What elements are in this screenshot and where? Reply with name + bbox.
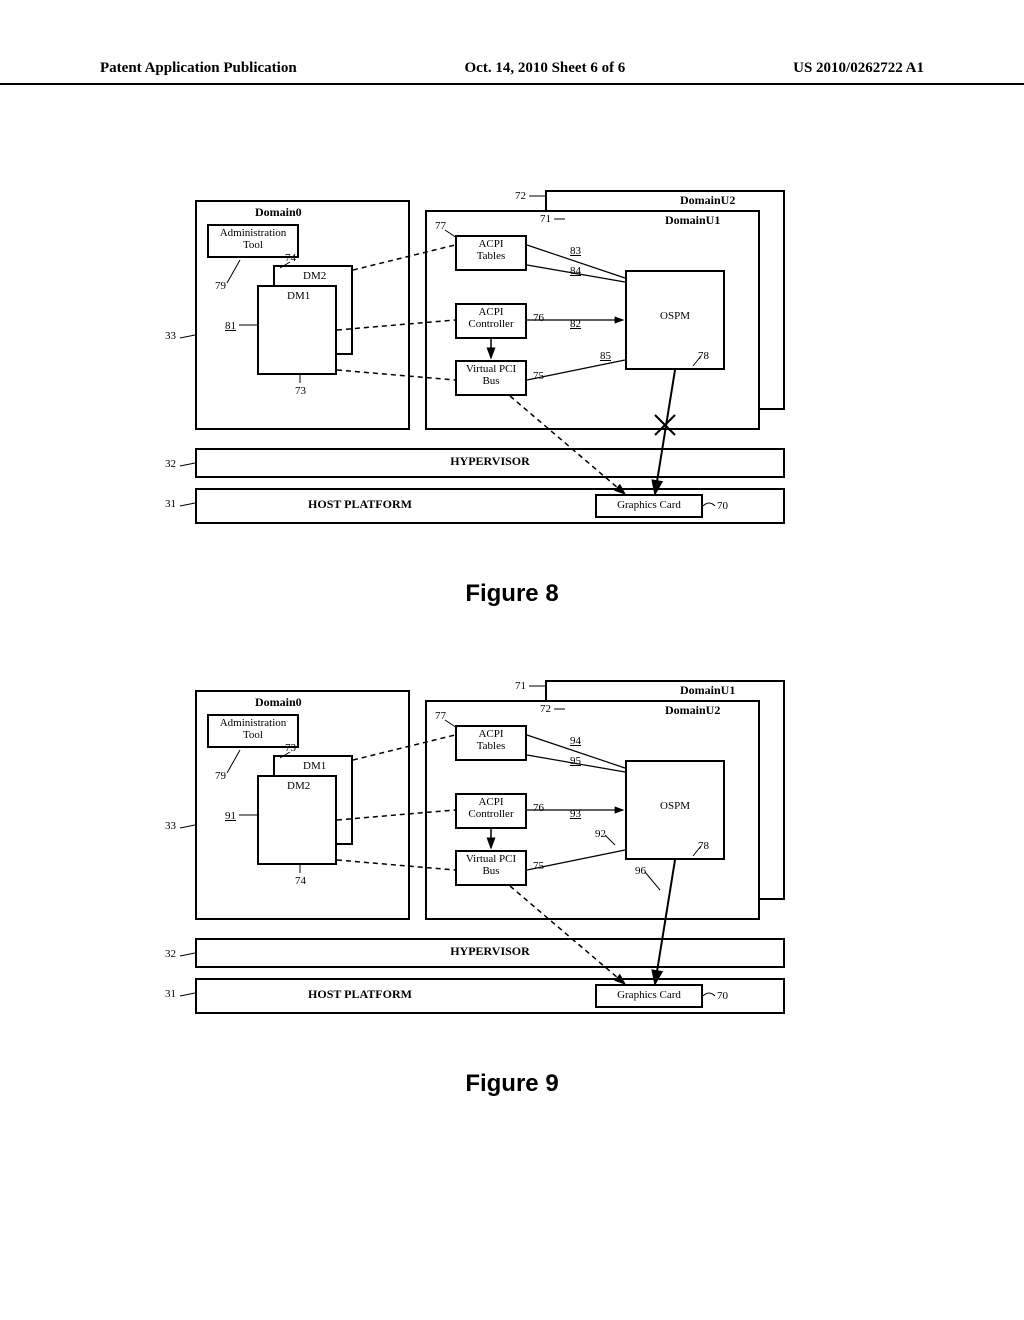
ref9-76: 76 <box>533 802 544 814</box>
acpi-tables-label: ACPI Tables <box>455 238 527 262</box>
dm2-label-9: DM2 <box>287 780 310 792</box>
ref-32: 32 <box>165 458 176 470</box>
vpci-label-9: Virtual PCI Bus <box>455 853 527 877</box>
ref9-91: 91 <box>225 810 236 822</box>
ref9-79: 79 <box>215 770 226 782</box>
ref9-77: 77 <box>435 710 446 722</box>
domain0-label: Domain0 <box>255 206 302 219</box>
dm1-label: DM1 <box>287 290 310 302</box>
ref-79: 79 <box>215 280 226 292</box>
ref-78: 78 <box>698 350 709 362</box>
figure-9-diagram: DomainU1 DomainU2 Domain0 Administration… <box>145 680 785 1020</box>
ref9-94: 94 <box>570 735 581 747</box>
ref9-70: 70 <box>717 990 728 1002</box>
ref9-33: 33 <box>165 820 176 832</box>
figure-9-caption: Figure 9 <box>0 1070 1024 1098</box>
ref-85: 85 <box>600 350 611 362</box>
vpci-label: Virtual PCI Bus <box>455 363 527 387</box>
ref-77: 77 <box>435 220 446 232</box>
domainu2-label: DomainU2 <box>680 194 735 207</box>
ref9-78: 78 <box>698 840 709 852</box>
ref9-71: 71 <box>515 680 526 692</box>
header-center: Oct. 14, 2010 Sheet 6 of 6 <box>465 60 626 77</box>
ref-83: 83 <box>570 245 581 257</box>
domainu1-label-9: DomainU1 <box>680 684 735 697</box>
acpi-controller-label-9: ACPI Controller <box>455 796 527 820</box>
ref9-32: 32 <box>165 948 176 960</box>
ref9-74: 74 <box>295 875 306 887</box>
figure-8-diagram: DomainU2 DomainU1 Domain0 Administration… <box>145 190 785 530</box>
ref-72: 72 <box>515 190 526 202</box>
graphics-label-9: Graphics Card <box>595 989 703 1001</box>
hypervisor-label: HYPERVISOR <box>195 455 785 468</box>
ref-71: 71 <box>540 213 551 225</box>
ospm-label-9: OSPM <box>625 800 725 812</box>
ref-82: 82 <box>570 318 581 330</box>
host-label-9: HOST PLATFORM <box>195 988 525 1001</box>
ref-81: 81 <box>225 320 236 332</box>
ref-76: 76 <box>533 312 544 324</box>
ref-33: 33 <box>165 330 176 342</box>
ref9-92: 92 <box>595 828 606 840</box>
ref9-72: 72 <box>540 703 551 715</box>
domainu2-label-9: DomainU2 <box>665 704 720 717</box>
ref9-73: 73 <box>285 742 296 754</box>
graphics-label: Graphics Card <box>595 499 703 511</box>
ref9-75: 75 <box>533 860 544 872</box>
host-label: HOST PLATFORM <box>195 498 525 511</box>
admin-tool-label-9: Administration Tool <box>207 717 299 741</box>
domainu1-label: DomainU1 <box>665 214 720 227</box>
domain0-label-9: Domain0 <box>255 696 302 709</box>
ref9-96: 96 <box>635 865 646 877</box>
acpi-controller-label: ACPI Controller <box>455 306 527 330</box>
ref9-31: 31 <box>165 988 176 1000</box>
ref9-95: 95 <box>570 755 581 767</box>
ref9-93: 93 <box>570 808 581 820</box>
dm2-label: DM2 <box>303 270 326 282</box>
ref-74: 74 <box>285 252 296 264</box>
admin-tool-label: Administration Tool <box>207 227 299 251</box>
figure-8-caption: Figure 8 <box>0 580 1024 608</box>
dm1-label-9: DM1 <box>303 760 326 772</box>
ref-84: 84 <box>570 265 581 277</box>
header-right: US 2010/0262722 A1 <box>793 60 924 77</box>
ref-73: 73 <box>295 385 306 397</box>
header-left: Patent Application Publication <box>100 60 297 77</box>
hypervisor-label-9: HYPERVISOR <box>195 945 785 958</box>
ref-75: 75 <box>533 370 544 382</box>
page-header: Patent Application Publication Oct. 14, … <box>0 60 1024 85</box>
ospm-label: OSPM <box>625 310 725 322</box>
ref-70: 70 <box>717 500 728 512</box>
ref-31: 31 <box>165 498 176 510</box>
acpi-tables-label-9: ACPI Tables <box>455 728 527 752</box>
